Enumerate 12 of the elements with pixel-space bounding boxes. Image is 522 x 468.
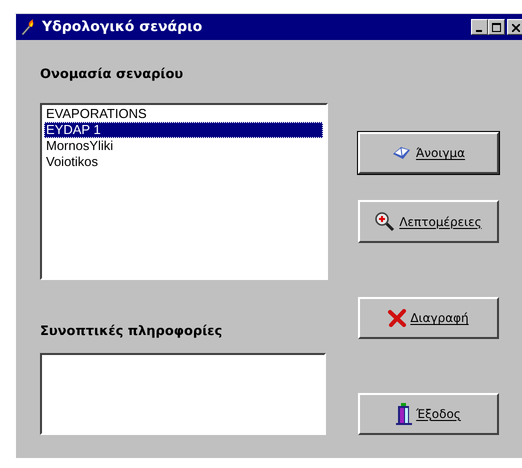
section-label: Συνοπτικές πληροφορίες — [40, 324, 224, 340]
window-title: Υδρολογικό σενάριο — [42, 19, 204, 35]
details-button[interactable]: Λεπτομέρειες — [358, 200, 499, 243]
list-item[interactable]: MornosYliki — [44, 138, 323, 154]
scenario-list[interactable]: EVAPORATIONS EYDAP 1 MornosYliki Voiotikos — [40, 103, 328, 280]
list-item[interactable]: Voiotikos — [44, 154, 323, 170]
delete-button[interactable]: Διαγραφή — [358, 297, 499, 339]
list-item[interactable]: EVAPORATIONS — [44, 106, 323, 122]
list-item[interactable]: EYDAP 1 — [44, 122, 323, 138]
exit-button[interactable]: Έξοδος — [358, 393, 499, 435]
open-button[interactable]: Άνοιγμα — [358, 132, 499, 174]
section-label: Ονομασία σεναρίου — [40, 67, 184, 83]
